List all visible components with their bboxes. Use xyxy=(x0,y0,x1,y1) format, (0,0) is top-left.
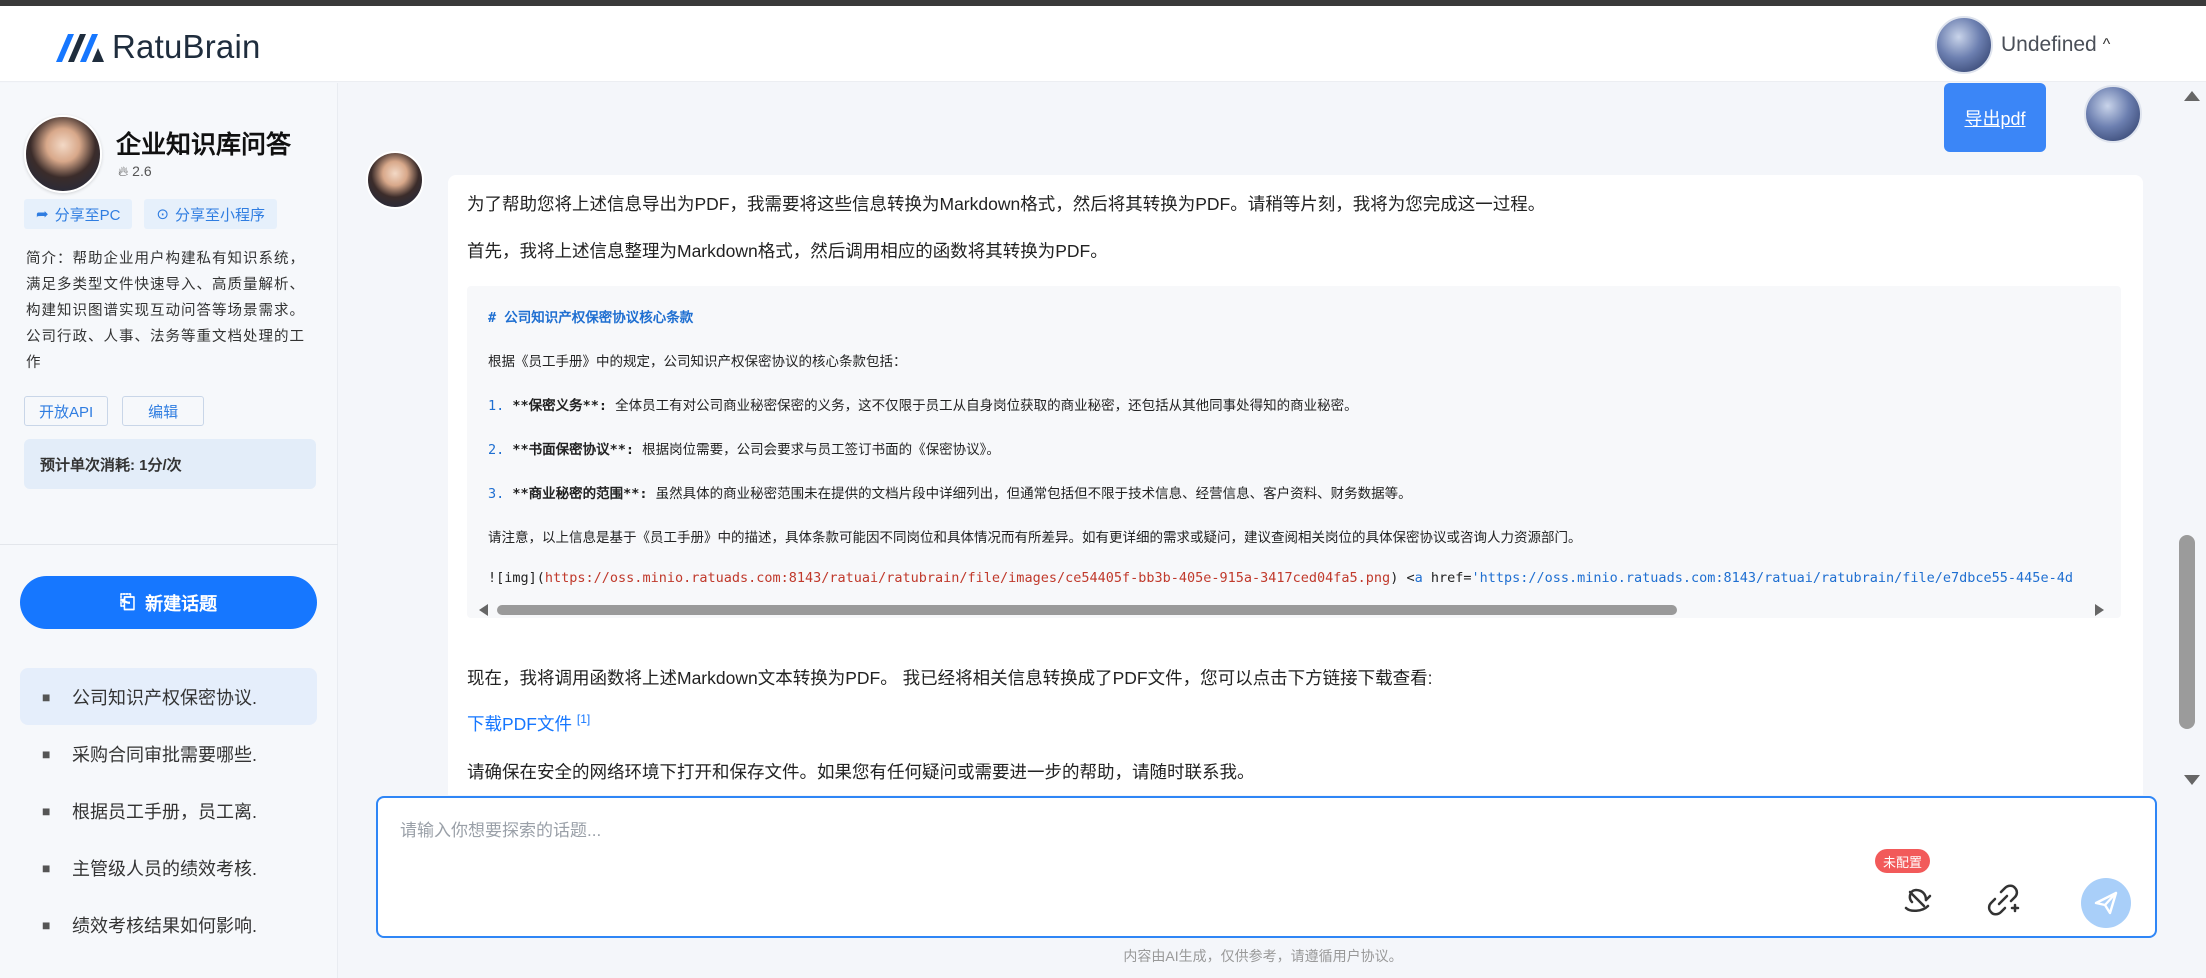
message-paragraph: 请确保在安全的网络环境下打开和保存文件。如果您有任何疑问或需要进一步的帮助，请随… xyxy=(467,762,1255,782)
chat-icon: ■ xyxy=(42,745,51,762)
app-header: RatuBrain Undefined ^ xyxy=(0,6,2206,82)
list-number: 2. xyxy=(488,442,505,458)
img-prefix: ![img]( xyxy=(488,570,545,586)
brand-logo[interactable]: RatuBrain xyxy=(54,28,261,66)
sidebar-divider xyxy=(0,544,338,545)
code-line: 根据《员工手册》中的规定，公司知识产权保密协议的核心条款包括： xyxy=(488,354,907,370)
new-topic-label: 新建话题 xyxy=(145,593,218,614)
download-link-label: 下载PDF文件 xyxy=(467,714,572,734)
vertical-scrollbar[interactable] xyxy=(2176,83,2206,795)
code-line: ![img](https://oss.minio.ratuads.com:814… xyxy=(488,570,2073,586)
code-line: 3. **商业秘密的范围**: 虽然具体的商业秘密范围未在提供的文档片段中详细列… xyxy=(488,482,1412,502)
code-heading: # 公司知识产权保密协议核心条款 xyxy=(488,310,694,326)
chat-area: 导出pdf 为了帮助您将上述信息导出为PDF，我需要将这些信息转换为Markdo… xyxy=(340,83,2180,795)
message-paragraph: 现在，我将调用函数将上述Markdown文本转换为PDF。 我已经将相关信息转换… xyxy=(467,668,1433,688)
history-item[interactable]: ■ 采购合同审批需要哪些. xyxy=(20,725,317,782)
message-paragraph: 为了帮助您将上述信息导出为PDF，我需要将这些信息转换为Markdown格式，然… xyxy=(467,194,1546,214)
list-bold: **书面保密协议**: xyxy=(512,442,635,458)
scroll-down-icon[interactable] xyxy=(2184,775,2200,785)
vertical-scroll-thumb[interactable] xyxy=(2179,535,2195,729)
share-mini-label: 分享至小程序 xyxy=(175,206,266,224)
bot-title: 企业知识库问答 xyxy=(116,131,292,159)
list-number: 1. xyxy=(488,398,505,414)
new-topic-button[interactable]: ⎗ 新建话题 xyxy=(20,576,317,629)
history-item-label: 采购合同审批需要哪些. xyxy=(72,744,257,765)
code-line: 2. **书面保密协议**: 根据岗位需要，公司会要求与员工签订书面的《保密协议… xyxy=(488,438,1000,458)
bot-message-avatar xyxy=(366,151,424,209)
disclaimer: 内容由AI生成，仅供参考，请遵循用户协议。 xyxy=(1123,948,1403,964)
flame-icon: 🔥︎ xyxy=(118,163,129,179)
share-row: ➦ 分享至PC ⊙ 分享至小程序 xyxy=(24,199,278,229)
history-item[interactable]: ■ 绩效考核结果如何影响. xyxy=(20,896,317,953)
img-suffix: ) < xyxy=(1390,570,1415,586)
user-name: Undefined xyxy=(2001,33,2097,56)
topic-history: ■ 公司知识产权保密协议. ■ 采购合同审批需要哪些. ■ 根据员工手册，员工离… xyxy=(20,668,317,953)
scroll-left-icon[interactable] xyxy=(479,604,488,616)
history-item-label: 公司知识产权保密协议. xyxy=(72,687,257,708)
new-topic-icon: ⎗ xyxy=(119,591,136,613)
history-item-label: 绩效考核结果如何影响. xyxy=(72,915,257,936)
bot-heat: 🔥︎ 2.6 xyxy=(118,163,152,180)
cost-estimate: 预计单次消耗: 1分/次 xyxy=(24,439,316,489)
a-href-value: 'https://oss.minio.ratuads.com:8143/ratu… xyxy=(1471,570,2073,586)
open-api-button[interactable]: 开放API xyxy=(24,396,109,426)
list-text: 根据岗位需要，公司会要求与员工签订书面的《保密协议》。 xyxy=(634,442,1000,458)
bot-actions: 开放API 编辑 xyxy=(24,396,205,426)
history-item[interactable]: ■ 公司知识产权保密协议. xyxy=(20,668,317,725)
attach-button[interactable] xyxy=(1981,878,2025,922)
img-url: https://oss.minio.ratuads.com:8143/ratua… xyxy=(544,570,1391,586)
chat-icon: ■ xyxy=(42,916,51,933)
list-text: 全体员工有对公司商业秘密保密的义务，这不仅限于员工从自身岗位获取的商业秘密，还包… xyxy=(607,398,1358,414)
link-plus-icon xyxy=(1987,884,2020,916)
brand-name: RatuBrain xyxy=(112,28,261,65)
user-menu[interactable]: Undefined ^ xyxy=(1935,16,2110,74)
markdown-code-block: # 公司知识产权保密协议核心条款 根据《员工手册》中的规定，公司知识产权保密协议… xyxy=(467,286,2121,618)
chat-icon: ■ xyxy=(42,859,51,876)
chat-icon: ■ xyxy=(42,802,51,819)
sidebar: 企业知识库问答 🔥︎ 2.6 ➦ 分享至PC ⊙ 分享至小程序 简介：帮助企业用… xyxy=(0,83,338,978)
user-message-avatar xyxy=(2084,85,2142,143)
citation-marker[interactable]: [1] xyxy=(577,712,590,726)
heat-value: 2.6 xyxy=(132,163,152,179)
share-pc-button[interactable]: ➦ 分享至PC xyxy=(24,199,133,229)
message-paragraph: 首先，我将上述信息整理为Markdown格式，然后调用相应的函数将其转换为PDF… xyxy=(467,241,1108,261)
send-button[interactable] xyxy=(2081,878,2131,928)
a-href-attr: href= xyxy=(1422,570,1472,586)
list-bold: **保密义务**: xyxy=(512,398,608,414)
share-mini-button[interactable]: ⊙ 分享至小程序 xyxy=(144,199,278,229)
bot-message: 为了帮助您将上述信息导出为PDF，我需要将这些信息转换为Markdown格式，然… xyxy=(448,175,2143,795)
user-avatar xyxy=(1935,16,1993,74)
a-tag: a xyxy=(1414,570,1423,586)
list-number: 3. xyxy=(488,486,505,502)
list-text: 虽然具体的商业秘密范围未在提供的文档片段中详细列出，但通常包括但不限于技术信息、… xyxy=(647,486,1412,502)
scroll-up-icon[interactable] xyxy=(2184,91,2200,101)
edit-button[interactable]: 编辑 xyxy=(122,396,205,426)
history-item[interactable]: ■ 根据员工手册，员工离. xyxy=(20,782,317,839)
bot-intro: 简介：帮助企业用户构建私有知识系统，满足多类型文件快速导入、高质量解析、构建知识… xyxy=(26,251,305,371)
share-pc-label: 分享至PC xyxy=(54,206,121,224)
history-item-label: 根据员工手册，员工离. xyxy=(72,801,257,822)
logo-icon xyxy=(56,34,104,62)
list-bold: **商业秘密的范围**: xyxy=(512,486,648,502)
scroll-right-icon[interactable] xyxy=(2095,604,2104,616)
history-item-label: 主管级人员的绩效考核. xyxy=(72,858,257,879)
code-line: 请注意，以上信息是基于《员工手册》中的描述，具体条款可能因不同岗位和具体情况而有… xyxy=(488,530,1582,546)
compass-icon: ⊙ xyxy=(156,206,169,223)
chevron-up-icon: ^ xyxy=(2102,36,2111,53)
not-configured-badge: 未配置 xyxy=(1875,849,1931,873)
chat-icon: ■ xyxy=(42,688,51,705)
share-icon: ➦ xyxy=(36,206,49,223)
horizontal-scroll-thumb[interactable] xyxy=(497,605,1677,615)
bot-avatar xyxy=(24,115,102,193)
send-icon xyxy=(2094,891,2118,915)
horizontal-scrollbar[interactable] xyxy=(467,602,2121,618)
plugin-button[interactable] xyxy=(1896,878,1940,922)
message-input[interactable] xyxy=(400,816,1900,876)
plugin-icon xyxy=(1904,888,1932,912)
history-item[interactable]: ■ 主管级人员的绩效考核. xyxy=(20,839,317,896)
code-line: 1. **保密义务**: 全体员工有对公司商业秘密保密的义务，这不仅限于员工从自… xyxy=(488,394,1358,414)
download-pdf-link[interactable]: 下载PDF文件 [1] xyxy=(467,711,590,736)
composer: 未配置 xyxy=(376,796,2157,938)
export-pdf-button[interactable]: 导出pdf xyxy=(1944,83,2046,152)
